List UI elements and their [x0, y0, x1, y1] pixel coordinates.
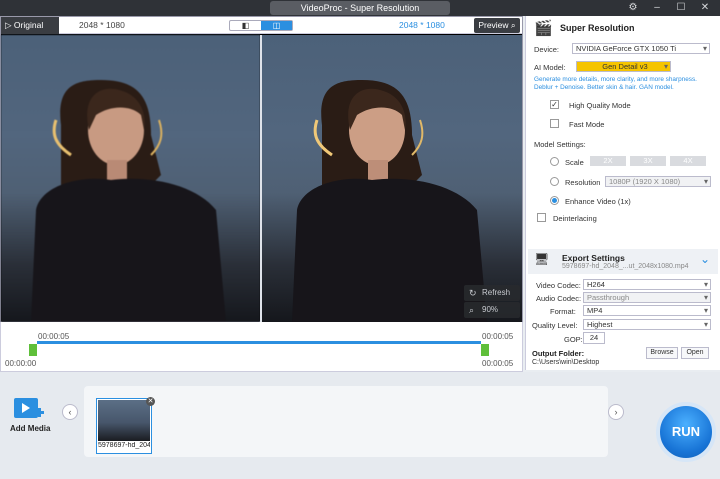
gop-input[interactable]: 24	[583, 332, 605, 344]
scale-2x-button[interactable]: 2X	[590, 156, 626, 166]
refresh-button[interactable]: ↻ Refresh	[464, 285, 520, 301]
scale-radio[interactable]	[550, 157, 559, 166]
preview-button[interactable]: Preview ⌕	[474, 18, 520, 33]
audio-codec-select[interactable]: Passthrough	[583, 292, 711, 303]
resolution-select[interactable]: 1080P (1920 X 1080)	[605, 176, 711, 187]
format-select[interactable]: MP4	[583, 305, 711, 316]
zoom-icon: ⌕	[469, 305, 475, 315]
format-label: Format:	[550, 307, 576, 316]
device-select[interactable]: NVIDIA GeForce GTX 1050 Ti	[572, 43, 710, 54]
model-description: Generate more details, more clarity, and…	[534, 76, 697, 91]
original-label: Original	[13, 20, 44, 30]
quality-level-label: Quality Level:	[532, 321, 578, 330]
model-settings-label: Model Settings:	[534, 140, 586, 149]
export-settings-header: 🖥 Export Settings 5978697-hd_2048_...ut_…	[528, 249, 718, 274]
super-resolution-icon: 🎬	[534, 20, 553, 37]
export-filename: 5978697-hd_2048_...ut_2048x1080.mp4	[562, 263, 689, 270]
run-button[interactable]: RUN	[656, 402, 716, 462]
preview-header: ▷ Original 2048 * 1080 ◧ ◫ 2048 * 1080 P…	[1, 17, 522, 34]
audio-codec-label: Audio Codec:	[536, 294, 582, 303]
panel-title: Super Resolution	[560, 23, 635, 33]
minimize-icon[interactable]: –	[650, 1, 664, 15]
refresh-icon: ↻	[469, 288, 477, 298]
scroll-left-icon[interactable]: ‹	[62, 404, 78, 420]
output-resolution: 2048 * 1080	[399, 20, 445, 30]
open-button[interactable]: Open	[681, 347, 709, 359]
timeline-track[interactable]	[37, 341, 481, 344]
window-title: VideoProc - Super Resolution	[270, 1, 450, 15]
duration-label: 00:00:05	[482, 359, 514, 368]
trim-end-handle[interactable]	[481, 344, 489, 356]
play-icon: ▷	[5, 20, 12, 30]
settings-panel: 🎬 Super Resolution Device: NVIDIA GeForc…	[525, 16, 720, 370]
media-bar: Add Media ‹ › 5978697-hd_2048 ✕	[0, 372, 720, 479]
output-folder-path: C:\Users\win\Desktop	[532, 359, 600, 366]
media-thumbnail[interactable]: 5978697-hd_2048	[96, 398, 152, 454]
scale-label: Scale	[565, 158, 584, 167]
remove-media-icon[interactable]: ✕	[146, 397, 155, 406]
add-media-icon	[14, 398, 44, 418]
video-codec-label: Video Codec:	[536, 281, 581, 290]
thumbnail-image	[98, 400, 150, 441]
scroll-right-icon[interactable]: ›	[608, 404, 624, 420]
settings-icon[interactable]: ⚙	[626, 1, 640, 15]
collapse-chevron-icon[interactable]: ⌄	[700, 252, 710, 266]
browse-button[interactable]: Browse	[646, 347, 678, 359]
device-label: Device:	[534, 45, 560, 54]
scale-4x-button[interactable]: 4X	[670, 156, 706, 166]
ai-model-label: AI Model:	[534, 63, 566, 72]
video-codec-select[interactable]: H264	[583, 279, 711, 290]
resolution-label: Resolution	[565, 178, 601, 187]
close-icon[interactable]: ✕	[698, 1, 712, 15]
zoom-button[interactable]: ⌕ 90%	[464, 302, 520, 318]
current-time-label: 00:00:00	[5, 359, 37, 368]
high-quality-checkbox[interactable]: ✓	[550, 100, 559, 109]
fast-mode-label: Fast Mode	[569, 120, 605, 129]
gop-label: GOP:	[564, 335, 583, 344]
timeline: 00:00:05 00:00:05 00:00:00 00:00:05	[0, 322, 523, 372]
scale-3x-button[interactable]: 3X	[630, 156, 666, 166]
end-time-label: 00:00:05	[482, 332, 514, 341]
deinterlacing-label: Deinterlacing	[553, 214, 597, 223]
ai-model-select[interactable]: Gen Detail v3	[576, 61, 671, 72]
high-quality-label: High Quality Mode	[569, 101, 631, 110]
original-resolution: 2048 * 1080	[79, 20, 125, 30]
output-folder-label: Output Folder:	[532, 349, 585, 358]
maximize-icon[interactable]: ☐	[674, 1, 688, 15]
compare-mode-toggle[interactable]: ◧ ◫	[229, 20, 293, 31]
media-strip	[84, 386, 608, 457]
thumbnail-label: 5978697-hd_2048	[98, 442, 150, 449]
export-title: Export Settings	[562, 253, 625, 263]
enhanced-frame	[262, 35, 522, 322]
single-view-icon[interactable]: ◧	[230, 21, 261, 30]
resolution-radio[interactable]	[550, 177, 559, 186]
trim-start-handle[interactable]	[29, 344, 37, 356]
original-frame	[1, 35, 260, 322]
export-icon: 🖥	[534, 252, 550, 266]
quality-level-select[interactable]: Highest	[583, 319, 711, 330]
original-tab[interactable]: ▷ Original	[1, 17, 59, 34]
search-icon: ⌕	[510, 20, 516, 30]
enhance-video-radio[interactable]	[550, 196, 559, 205]
start-time-label: 00:00:05	[38, 332, 70, 341]
add-media-label: Add Media	[10, 424, 51, 433]
fast-mode-checkbox[interactable]	[550, 119, 559, 128]
split-view-icon[interactable]: ◫	[261, 21, 292, 30]
title-bar: VideoProc - Super Resolution ⚙ – ☐ ✕	[0, 0, 720, 16]
preview-area: ▷ Original 2048 * 1080 ◧ ◫ 2048 * 1080 P…	[0, 16, 523, 322]
deinterlacing-checkbox[interactable]	[537, 213, 546, 222]
add-media-button[interactable]: Add Media	[6, 394, 52, 436]
enhance-video-label: Enhance Video (1x)	[565, 197, 631, 206]
